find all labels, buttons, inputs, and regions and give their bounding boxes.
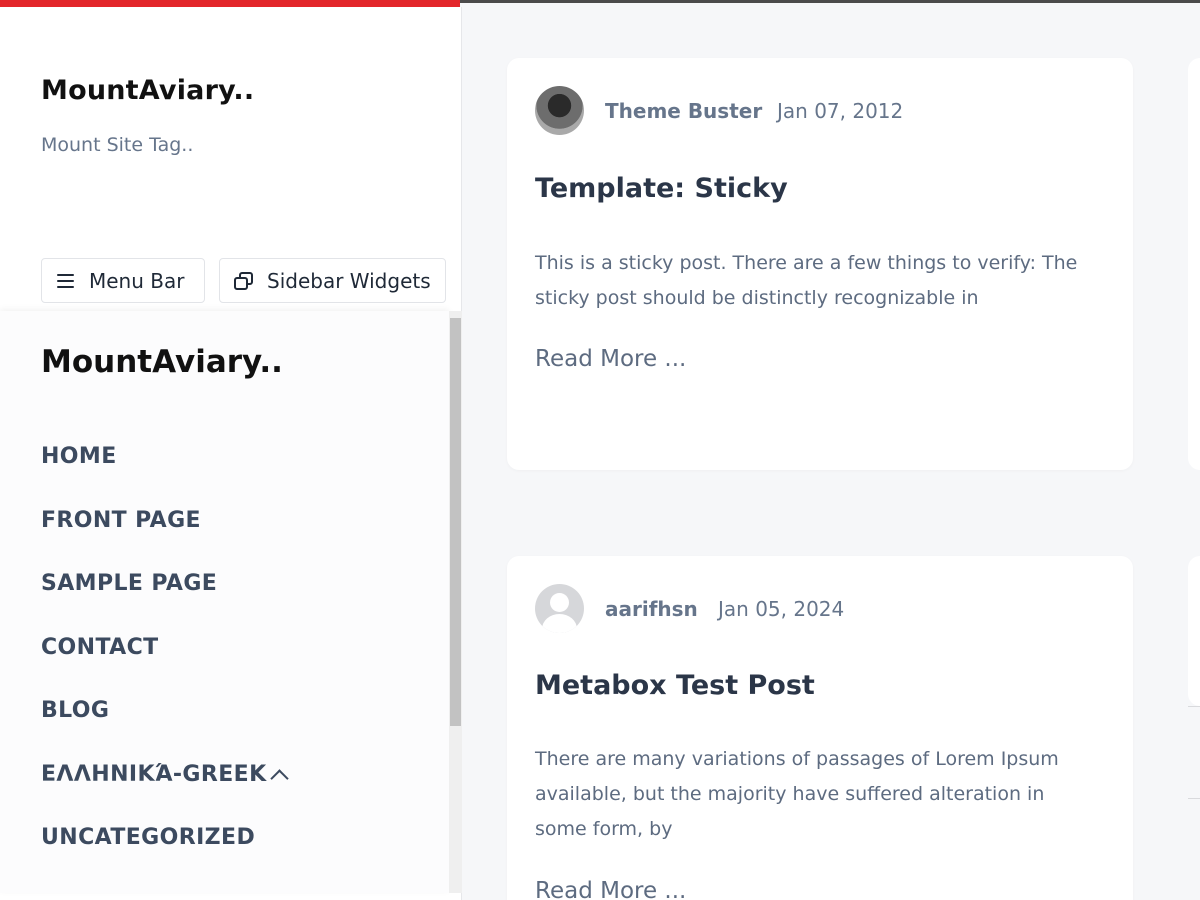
read-more-link[interactable]: Read More ... xyxy=(535,878,686,900)
sidebar-widgets-label: Sidebar Widgets xyxy=(267,268,431,293)
windows-icon xyxy=(233,270,255,292)
post-card: aarifhsn Jan 05, 2024 Metabox Test Post … xyxy=(507,556,1133,900)
read-more-link[interactable]: Read More ... xyxy=(535,346,686,372)
post-title[interactable]: Metabox Test Post xyxy=(535,670,815,701)
menu-bar-button[interactable]: Menu Bar xyxy=(41,258,205,303)
post-title[interactable]: Template: Sticky xyxy=(535,173,788,204)
menu-item-sample-page[interactable]: SAMPLE PAGE xyxy=(41,571,286,635)
menu-bar-label: Menu Bar xyxy=(89,268,185,293)
menu-item-contact[interactable]: CONTACT xyxy=(41,635,286,699)
divider xyxy=(1188,798,1200,799)
author-avatar[interactable] xyxy=(535,584,584,633)
menu-item-greek[interactable]: ΕΛΛΗΝΙΚΆ-GREEK xyxy=(41,762,289,826)
menu-panel: MountAviary.. HOME FRONT PAGE SAMPLE PAG… xyxy=(0,311,449,893)
menu-item-front-page[interactable]: FRONT PAGE xyxy=(41,508,286,572)
post-date[interactable]: Jan 05, 2024 xyxy=(718,597,844,621)
chevron-up-icon[interactable] xyxy=(269,768,289,788)
post-card-partial xyxy=(1188,556,1200,706)
site-title[interactable]: MountAviary.. xyxy=(41,75,254,106)
post-excerpt: This is a sticky post. There are a few t… xyxy=(535,252,1078,309)
top-divider xyxy=(460,0,1200,3)
menu-item-home[interactable]: HOME xyxy=(41,444,286,508)
hamburger-icon xyxy=(55,270,77,292)
menu-list: HOME FRONT PAGE SAMPLE PAGE CONTACT BLOG… xyxy=(41,444,289,889)
top-accent-bar xyxy=(0,0,460,7)
divider xyxy=(1188,706,1200,707)
site-tagline: Mount Site Tag.. xyxy=(41,134,194,156)
post-card: Theme Buster Jan 07, 2012 Template: Stic… xyxy=(507,58,1133,470)
menu-site-title[interactable]: MountAviary.. xyxy=(41,344,283,380)
menu-item-uncategorized[interactable]: UNCATEGORIZED xyxy=(41,825,286,889)
post-excerpt: There are many variations of passages of… xyxy=(535,748,1059,840)
post-author[interactable]: Theme Buster xyxy=(605,99,762,123)
post-card-partial xyxy=(1188,58,1200,470)
menu-scrollbar-thumb[interactable] xyxy=(450,318,461,726)
page: MountAviary.. Mount Site Tag.. Menu Bar … xyxy=(0,0,1200,900)
author-avatar[interactable] xyxy=(535,86,584,135)
sidebar-widgets-button[interactable]: Sidebar Widgets xyxy=(219,258,446,303)
post-author[interactable]: aarifhsn xyxy=(605,597,698,621)
menu-item-blog[interactable]: BLOG xyxy=(41,698,286,762)
post-date[interactable]: Jan 07, 2012 xyxy=(777,99,903,123)
